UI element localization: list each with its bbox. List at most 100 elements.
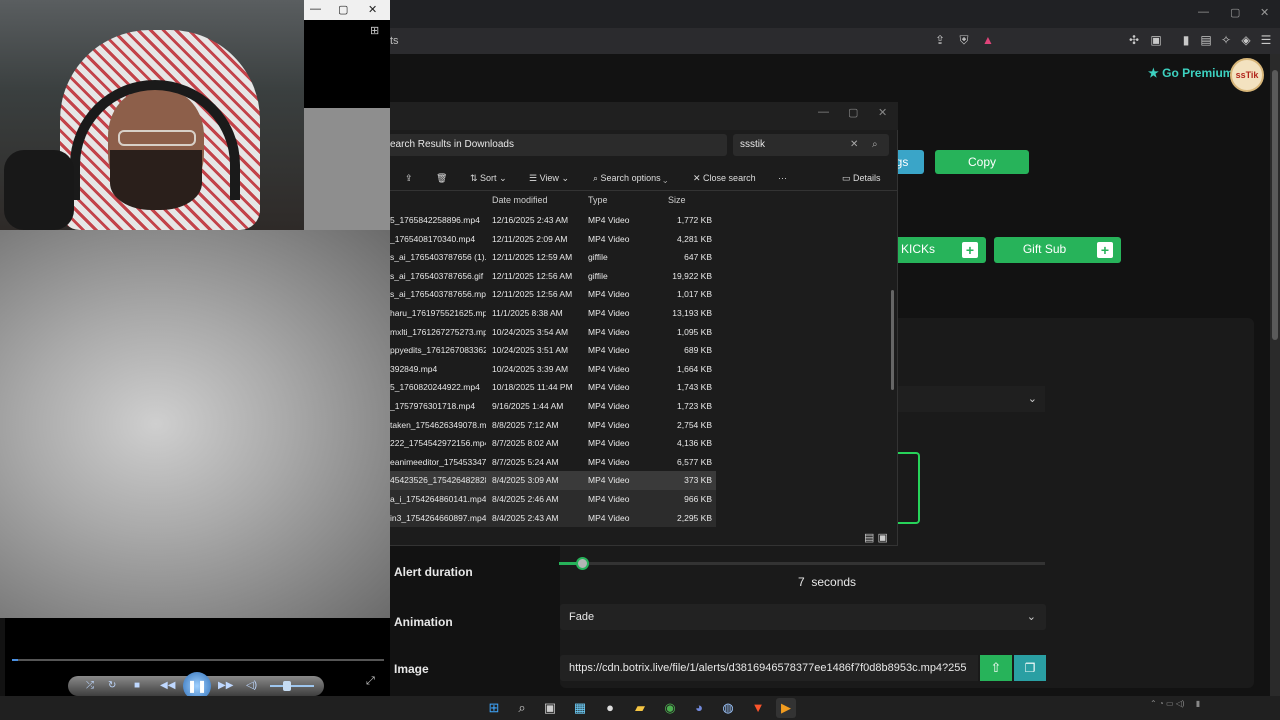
app-icon[interactable]: ● [600,698,620,718]
search-icon[interactable]: ⌕ [872,134,878,156]
file-row[interactable]: _1757976301718.mp4 9/16/2025 1:44 AM MP4 V… [388,397,716,416]
file-list: 5_1765842258896.mp4 12/16/2025 2:43 AM MP4… [388,211,716,528]
switch-to-library-icon[interactable]: ⊞ [370,24,379,37]
stop-icon[interactable]: ■ [134,678,140,694]
file-row[interactable]: 222_1754542972156.mp4 8/7/2025 8:02 AM MP4… [388,434,716,453]
task-view-icon[interactable]: ▣ [540,698,560,718]
volume-slider-handle[interactable] [283,681,291,691]
menu-icon[interactable]: ☰ [1258,32,1274,48]
explorer-search-input[interactable]: ssstik ✕ ⌕ [733,134,889,156]
image-url-input[interactable]: https://cdn.botrix.live/file/1/alerts/d3… [560,655,978,681]
file-row[interactable]: eanimeeditor_175453347... 8/7/2025 5:24 A… [388,453,716,472]
file-row[interactable]: s_ai_1765403787656.gif 12/11/2025 12:56 A… [388,267,716,286]
screenshot-icon[interactable]: ▣ [1148,32,1164,48]
fullscreen-icon[interactable]: ⤢ [366,675,375,688]
column-header-date[interactable]: Date modified [492,195,548,205]
file-row[interactable]: a_i_1754264860141.mp4 8/4/2025 2:46 AM MP4… [388,489,716,509]
animation-label: Animation [394,615,453,629]
file-date: 12/11/2025 12:56 AM [492,289,573,300]
windows-icon[interactable]: ⊞ [484,698,504,718]
file-row[interactable]: 45423526_1754264828288... 8/4/2025 3:09 A… [388,471,716,490]
explorer-address-bar[interactable]: earch Results in Downloads [388,134,727,156]
file-type: MP4 Video [588,326,630,337]
go-premium-link[interactable]: ★ Go Premium [1148,66,1233,80]
more-options-icon[interactable]: ··· [778,168,787,188]
column-header-type[interactable]: Type [588,195,608,205]
discord-icon[interactable]: ◕ [689,698,709,718]
media-player-icon[interactable]: ▶ [776,698,796,718]
share-icon[interactable]: ⇪ [932,32,948,48]
avatar[interactable]: ssTik [1230,58,1264,92]
page-scroll-thumb[interactable] [1272,70,1278,340]
chrome-icon[interactable]: ◉ [660,698,680,718]
volume-slider[interactable] [270,685,314,687]
video-frame[interactable] [0,230,390,618]
animation-select[interactable]: Fade ⌄ [560,604,1046,630]
file-row[interactable]: mxlti_1761267275273.mp4 10/24/2025 3:54 A… [388,323,716,342]
close-icon[interactable]: ✕ [368,3,377,16]
thumbnails-view-icon[interactable]: ▣ [877,532,887,544]
delete-icon[interactable]: 🗑 [436,168,447,188]
file-row[interactable]: 392849.mp4 10/24/2025 3:39 AM MP4 Video 1,6… [388,360,716,379]
file-type: MP4 Video [588,512,630,523]
folder-icon[interactable]: ▰ [630,698,650,718]
column-header-size[interactable]: Size [668,195,686,205]
file-row[interactable]: taken_1754626349078.mp4 8/8/2025 7:12 AM M… [388,416,716,435]
address-bar[interactable]: ts [386,31,1006,51]
seek-bar[interactable] [12,659,384,661]
file-name: 222_1754542972156.mp4 [390,438,486,449]
file-row[interactable]: s_ai_1765403787656 (1).gif 12/11/2025 12:… [388,248,716,267]
wallet-icon[interactable]: ▤ [1198,32,1214,48]
ai-icon[interactable]: ✧ [1218,32,1234,48]
duration-slider-handle[interactable] [576,557,589,570]
search-icon[interactable]: ⌕ [512,698,532,718]
vpn-icon[interactable]: ◈ [1238,32,1254,48]
shuffle-icon[interactable]: ⤮ [86,678,94,694]
store-icon[interactable]: ▦ [570,698,590,718]
details-button[interactable]: ▭ Details [842,168,881,188]
gift-sub-button[interactable]: Gift Sub + [994,237,1121,263]
webcam-feed [0,0,304,230]
file-list-scrollbar[interactable] [891,290,894,390]
maximize-icon[interactable]: ▢ [1230,6,1240,19]
shield-icon[interactable]: ⛨ [956,32,972,48]
close-search-button[interactable]: ✕ Close search [693,168,756,188]
extensions-icon[interactable]: ✣ [1126,32,1142,48]
view-button[interactable]: ☰ View ⌄ [529,168,569,188]
repeat-icon[interactable]: ↻ [108,678,116,694]
file-row[interactable]: 5_1765842258896.mp4 12/16/2025 2:43 AM MP4… [388,211,716,230]
next-icon[interactable]: ▶▶ [218,678,233,694]
file-row[interactable]: in3_1754264660897.mp4 8/4/2025 2:43 AM MP4… [388,508,716,528]
maximize-icon[interactable]: ▢ [848,106,858,119]
maximize-icon[interactable]: ▢ [338,3,348,16]
file-row[interactable]: haru_1761975521625.mp4 11/1/2025 8:38 AM M… [388,304,716,323]
sort-button[interactable]: ⇅ Sort ⌄ [470,168,507,188]
file-row[interactable]: s_ai_1765403787656.mp4 12/11/2025 12:56 A… [388,285,716,304]
system-tray[interactable]: ⌃ ◔ ▭ ◁) ▮ [1150,699,1200,708]
close-icon[interactable]: ✕ [878,106,887,119]
file-type: MP4 Video [588,400,630,411]
file-date: 9/16/2025 1:44 AM [492,400,564,411]
gallery-icon[interactable]: ❐ [1014,655,1046,681]
copy-button[interactable]: Copy [935,150,1029,174]
previous-icon[interactable]: ◀◀ [160,678,175,694]
file-row[interactable]: 5_1760820244922.mp4 10/18/2025 11:44 PM MP… [388,378,716,397]
clear-icon[interactable]: ✕ [850,134,858,156]
share-icon[interactable]: ⇪ [405,168,413,188]
volume-icon[interactable]: ◁) [246,678,257,694]
minimize-icon[interactable]: — [310,3,321,15]
steam-icon[interactable]: ◍ [718,698,738,718]
file-row[interactable]: _1765408170340.mp4 12/11/2025 2:09 AM MP4 … [388,230,716,249]
details-view-icon[interactable]: ▤ [864,532,874,544]
file-row[interactable]: ppyedits_1761267083362.... 10/24/2025 3:5… [388,341,716,360]
minimize-icon[interactable]: — [1198,6,1209,18]
close-icon[interactable]: ✕ [1260,6,1269,19]
brave-icon[interactable]: ▼ [748,698,768,718]
upload-icon[interactable]: ⇧ [980,655,1012,681]
rewards-icon[interactable]: ▲ [980,32,996,48]
selected-media-frame[interactable] [896,452,920,524]
duration-slider[interactable] [559,562,1045,565]
search-options-button[interactable]: ⌕ Search options ⌄ [593,168,667,188]
minimize-icon[interactable]: — [818,106,829,118]
sidebar-icon[interactable]: ▮ [1178,32,1194,48]
